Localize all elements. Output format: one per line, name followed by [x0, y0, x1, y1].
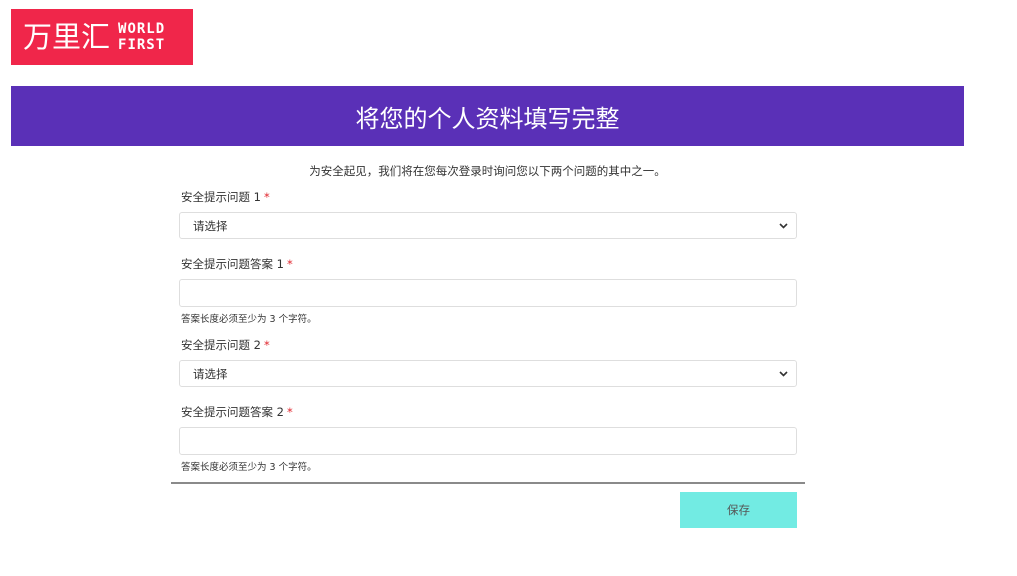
- answer1-label-text: 安全提示问题答案 1: [181, 257, 284, 271]
- save-button[interactable]: 保存: [680, 492, 797, 528]
- page-title: 将您的个人资料填写完整: [355, 104, 620, 133]
- question2-selected-value: 请选择: [193, 366, 228, 381]
- question2-select[interactable]: 请选择: [179, 360, 797, 387]
- question1-selected-value: 请选择: [193, 218, 228, 233]
- question1-label-text: 安全提示问题 1: [181, 190, 261, 204]
- question2-label-text: 安全提示问题 2: [181, 338, 261, 352]
- form-divider: [171, 482, 805, 484]
- logo-chinese-text: 万里汇: [23, 19, 111, 54]
- page-header-banner: 将您的个人资料填写完整: [11, 86, 964, 146]
- logo-english-line2: FIRST: [118, 37, 166, 53]
- answer2-input[interactable]: [179, 427, 797, 455]
- answer1-label: 安全提示问题答案 1 *: [181, 256, 797, 273]
- required-mark: *: [286, 405, 293, 419]
- question2-label: 安全提示问题 2 *: [181, 337, 797, 354]
- answer1-input[interactable]: [179, 279, 797, 307]
- answer2-label-text: 安全提示问题答案 2: [181, 405, 284, 419]
- chevron-down-icon: [779, 221, 788, 230]
- answer2-label: 安全提示问题答案 2 *: [181, 404, 797, 421]
- logo-english-line1: WORLD: [118, 21, 166, 37]
- worldfirst-logo: 万里汇 WORLD FIRST: [11, 9, 193, 65]
- required-mark: *: [286, 257, 293, 271]
- question1-label: 安全提示问题 1 *: [181, 189, 797, 206]
- answer1-hint: 答案长度必须至少为 3 个字符。: [181, 314, 317, 325]
- intro-text: 为安全起见，我们将在您每次登录时询问您以下两个问题的其中之一。: [309, 164, 666, 178]
- chevron-down-icon: [779, 369, 788, 378]
- security-questions-form: 安全提示问题 1 * 请选择 安全提示问题答案 1 * 答案长度必须至少为 3 个字…: [179, 189, 797, 475]
- answer2-hint: 答案长度必须至少为 3 个字符。: [181, 462, 317, 473]
- logo-english-text: WORLD FIRST: [118, 21, 165, 53]
- question1-select[interactable]: 请选择: [179, 212, 797, 239]
- required-mark: *: [263, 190, 270, 204]
- required-mark: *: [263, 338, 270, 352]
- profile-completion-page: 万里汇 WORLD FIRST 将您的个人资料填写完整 为安全起见，我们将在您每…: [0, 0, 1017, 576]
